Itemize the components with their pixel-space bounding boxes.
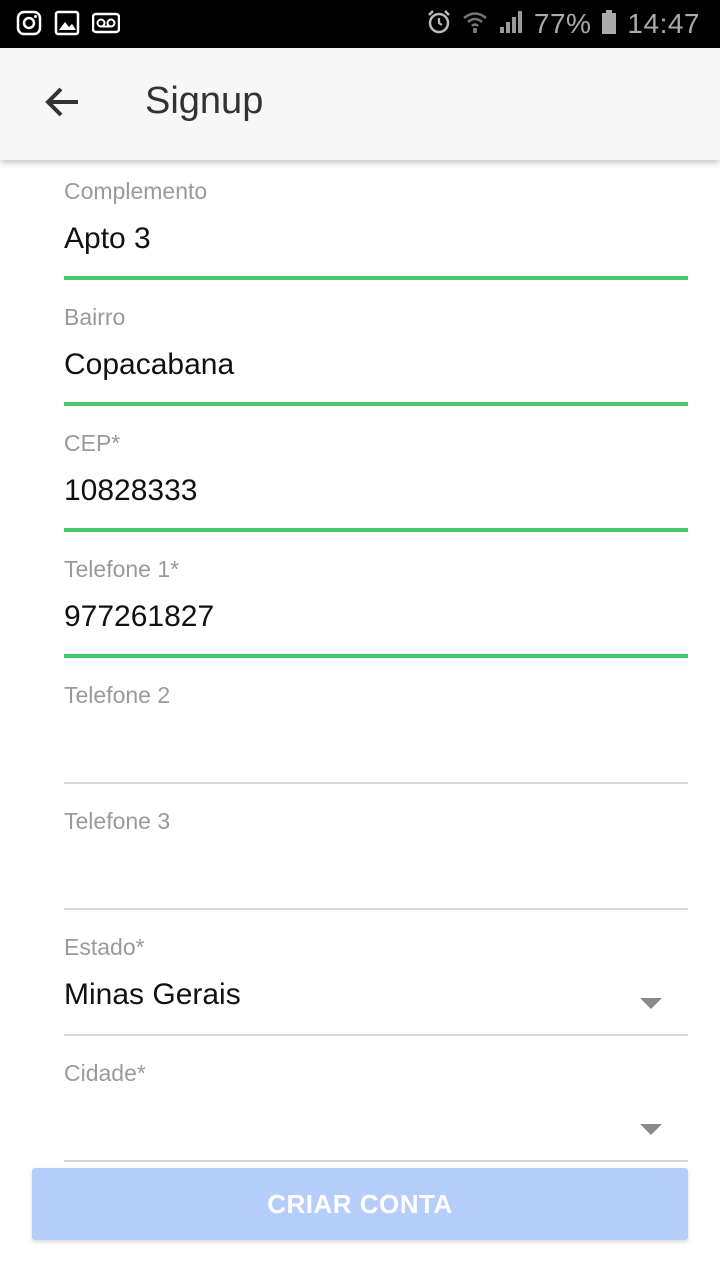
wifi-icon	[462, 9, 488, 40]
gallery-icon	[54, 10, 80, 36]
system-status: 77% 14:47	[426, 6, 700, 42]
field-label: Telefone 2	[64, 682, 171, 708]
chevron-down-icon[interactable]	[640, 1124, 662, 1135]
field-label: Estado*	[64, 934, 145, 960]
field-underline	[64, 908, 688, 910]
telefone-1-field[interactable]: Telefone 1* 977261827	[64, 538, 688, 658]
signal-icon	[498, 9, 524, 40]
field-underline	[64, 782, 688, 784]
field-value[interactable]: 10828333	[64, 474, 197, 508]
complemento-field[interactable]: Complemento Apto 3	[64, 160, 688, 280]
field-underline	[64, 1034, 688, 1036]
app-bar: Signup	[0, 48, 720, 160]
field-label: CEP*	[64, 430, 121, 456]
chevron-down-icon[interactable]	[640, 998, 662, 1009]
select-value[interactable]: Minas Gerais	[64, 978, 241, 1012]
page-title: Signup	[145, 80, 264, 122]
field-underline	[64, 1160, 688, 1162]
field-underline	[64, 276, 688, 280]
battery-percent: 77%	[533, 8, 592, 39]
cep-field[interactable]: CEP* 10828333	[64, 412, 688, 532]
cidade-select[interactable]: Cidade*	[64, 1042, 688, 1162]
battery-icon	[601, 9, 617, 40]
instagram-icon	[16, 10, 42, 36]
field-label: Telefone 1*	[64, 556, 180, 582]
field-value[interactable]: 977261827	[64, 600, 214, 634]
field-label: Telefone 3	[64, 808, 171, 834]
field-value[interactable]: Apto 3	[64, 222, 151, 256]
create-account-button[interactable]: CRIAR CONTA	[32, 1168, 688, 1240]
field-underline	[64, 402, 688, 406]
field-label: Cidade*	[64, 1060, 146, 1086]
field-label: Complemento	[64, 178, 208, 204]
notification-icons	[16, 10, 121, 36]
telefone-2-field[interactable]: Telefone 2	[64, 664, 688, 784]
status-bar: 77% 14:47	[0, 0, 720, 48]
field-underline	[64, 528, 688, 532]
arrow-left-icon	[44, 86, 80, 123]
clock: 14:47	[627, 8, 700, 39]
estado-select[interactable]: Estado* Minas Gerais	[64, 916, 688, 1036]
alarm-icon	[426, 9, 452, 40]
field-value[interactable]: Copacabana	[64, 348, 234, 382]
back-button[interactable]	[30, 74, 94, 134]
telefone-3-field[interactable]: Telefone 3	[64, 790, 688, 910]
field-label: Bairro	[64, 304, 126, 330]
voicemail-icon	[91, 10, 121, 36]
bairro-field[interactable]: Bairro Copacabana	[64, 286, 688, 406]
field-underline	[64, 654, 688, 658]
